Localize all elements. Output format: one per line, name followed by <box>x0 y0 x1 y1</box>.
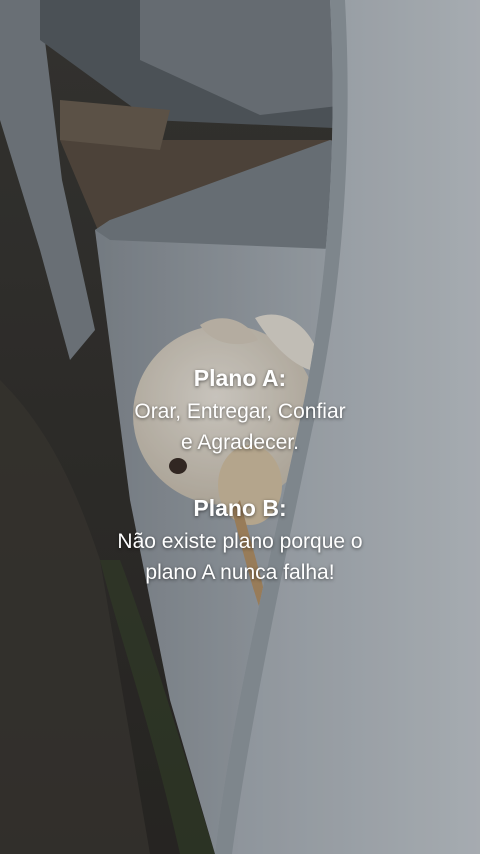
plan-a-line-2: e Agradecer. <box>181 431 299 454</box>
plan-a-line-1: Orar, Entregar, Confiar <box>134 400 346 423</box>
plan-a-title: Plano A: <box>193 365 287 391</box>
plan-b-line-1: Não existe plano porque o <box>117 530 363 553</box>
plan-b-block: Plano B: Não existe plano porque o plano… <box>0 494 480 588</box>
plan-b-title: Plano B: <box>193 495 287 521</box>
plan-b-line-2: plano A nunca falha! <box>145 561 335 584</box>
plan-a-block: Plano A: Orar, Entregar, Confiar e Agrad… <box>0 364 480 458</box>
photo-scene: Plano A: Orar, Entregar, Confiar e Agrad… <box>0 0 480 854</box>
